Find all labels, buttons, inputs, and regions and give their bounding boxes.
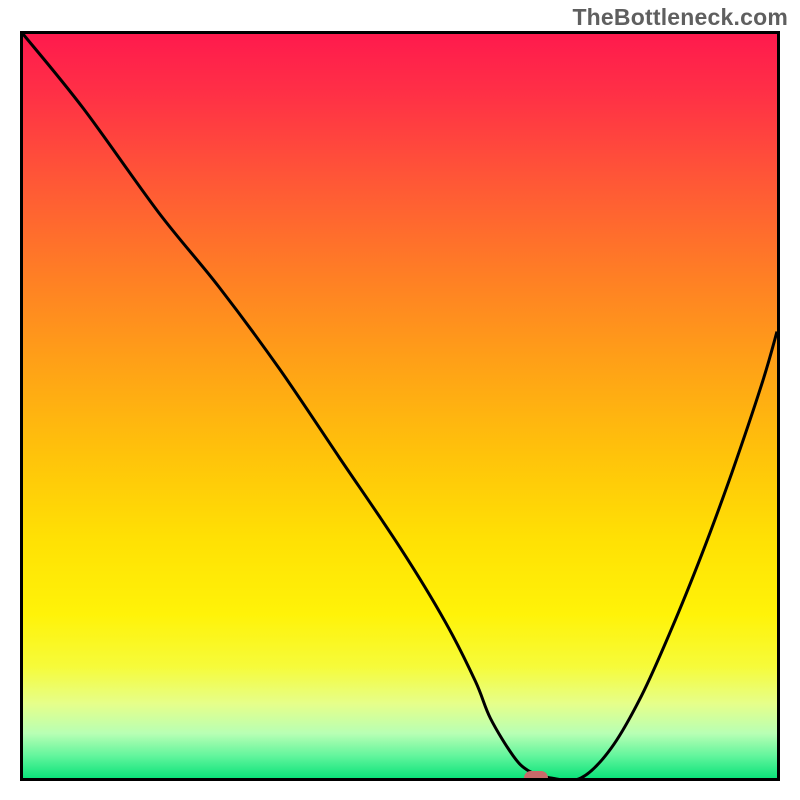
optimal-marker [524, 771, 548, 781]
curve-path [23, 34, 777, 778]
bottleneck-curve [23, 34, 777, 778]
chart-frame [20, 31, 780, 781]
chart-container: TheBottleneck.com [0, 0, 800, 800]
watermark-text: TheBottleneck.com [572, 4, 788, 31]
